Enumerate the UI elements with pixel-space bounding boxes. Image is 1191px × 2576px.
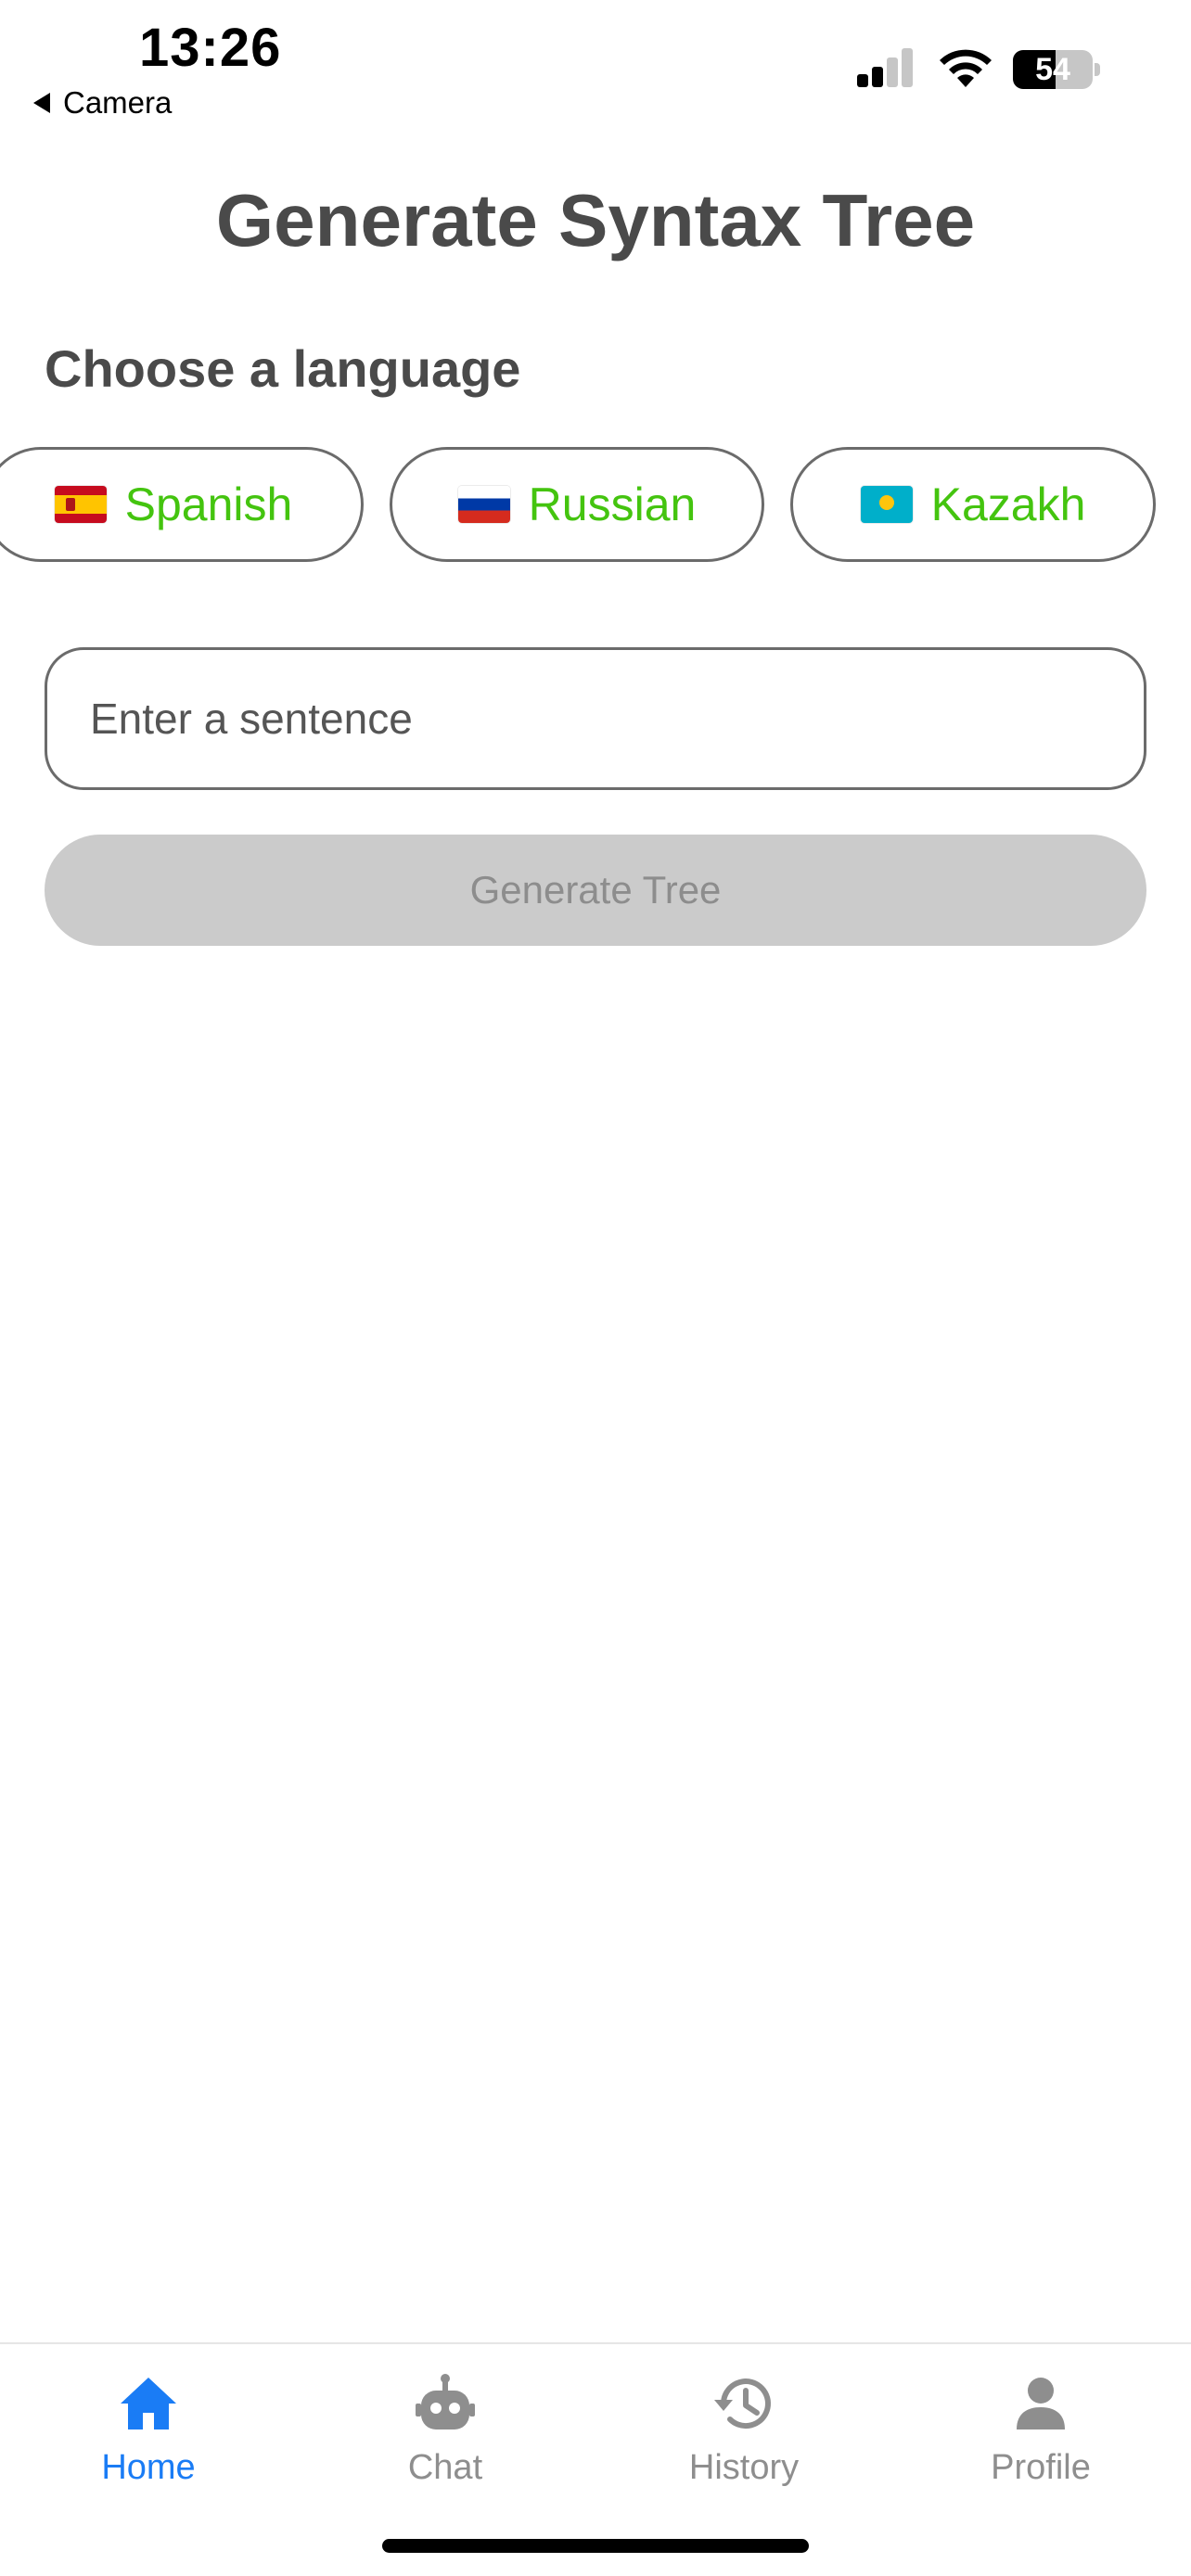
- back-to-app-link[interactable]: Camera: [33, 85, 172, 121]
- person-icon: [1017, 2378, 1065, 2429]
- tab-label: Chat: [407, 2448, 483, 2487]
- back-triangle-icon: [33, 93, 50, 113]
- tab-profile[interactable]: Profile: [892, 2372, 1189, 2488]
- russia-flag-icon: [457, 486, 510, 523]
- tab-label: Home: [101, 2448, 196, 2487]
- wifi-icon: [940, 49, 992, 87]
- choose-language-label: Choose a language: [45, 339, 521, 398]
- tab-chat[interactable]: Chat: [297, 2372, 594, 2488]
- back-app-label: Camera: [63, 85, 173, 120]
- spain-flag-icon: [54, 486, 107, 523]
- kazakhstan-flag-icon: [860, 486, 913, 523]
- tab-history[interactable]: History: [596, 2372, 892, 2488]
- tab-label: Profile: [991, 2448, 1091, 2487]
- history-icon: [714, 2378, 771, 2429]
- language-chip-label: Kazakh: [930, 478, 1086, 530]
- generate-tree-button[interactable]: Generate Tree: [45, 835, 1146, 946]
- battery-percentage: 54: [1035, 51, 1070, 87]
- robot-icon: [416, 2374, 475, 2429]
- sentence-input[interactable]: [45, 647, 1146, 790]
- home-icon: [121, 2378, 176, 2429]
- tab-label: History: [688, 2448, 800, 2487]
- home-indicator: [382, 2539, 809, 2553]
- language-chip-spanish[interactable]: Spanish: [0, 447, 364, 562]
- language-chip-kazakh[interactable]: Kazakh: [790, 447, 1156, 562]
- language-chip-russian[interactable]: Russian: [390, 447, 764, 562]
- page-title: Generate Syntax Tree: [215, 179, 976, 261]
- tab-home[interactable]: Home: [0, 2372, 297, 2488]
- language-chip-label: Russian: [528, 478, 697, 530]
- cellular-signal-icon: [857, 48, 913, 87]
- status-time: 13:26: [139, 18, 282, 78]
- language-chip-label: Spanish: [124, 478, 293, 530]
- battery-indicator: 54: [1013, 50, 1102, 89]
